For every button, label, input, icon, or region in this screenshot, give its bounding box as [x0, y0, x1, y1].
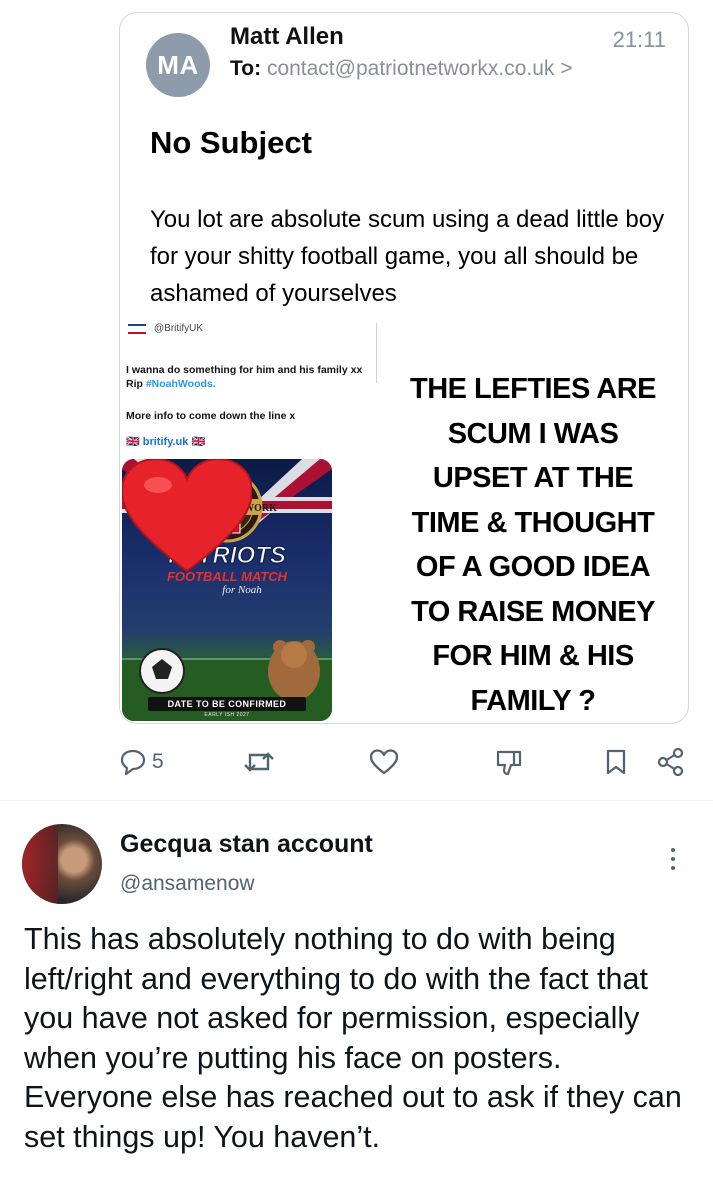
tweet-line-2: More info to come down the line x — [126, 410, 296, 422]
hashtag: #NoahWoods. — [145, 378, 216, 390]
britify-header: @BritifyUK — [128, 323, 203, 334]
reply-button[interactable]: 5 — [118, 748, 164, 776]
email-subject: No Subject — [150, 125, 312, 160]
retweet-icon — [244, 752, 274, 772]
email-recipient: To: contact@patriotnetworkx.co.uk > — [230, 57, 573, 81]
email-body: You lot are absolute scum using a dead l… — [150, 206, 665, 307]
reply-author-handle[interactable]: @ansamenow — [120, 872, 255, 896]
email-sender: Matt Allen — [230, 23, 344, 50]
like-icon — [369, 749, 399, 775]
avatar[interactable] — [22, 824, 102, 904]
reply-count: 5 — [152, 750, 164, 773]
sender-avatar: MA — [146, 33, 210, 97]
bookmark-button[interactable] — [604, 748, 628, 776]
tweet-line-1: I wanna do something for him and his fam… — [126, 363, 371, 391]
to-address: contact@patriotnetworkx.co.uk — [266, 57, 555, 80]
poster-script: for Noah — [222, 584, 262, 596]
share-button[interactable] — [656, 748, 686, 776]
like-button[interactable] — [368, 748, 400, 776]
poster-date-badge: DATE TO BE CONFIRMED — [148, 697, 306, 711]
to-label: To: — [230, 57, 262, 80]
chevron-right-icon: > — [560, 57, 573, 80]
tweet-site: 🇬🇧 britify.uk 🇬🇧 — [126, 436, 206, 448]
heart-icon — [122, 459, 252, 573]
event-poster: PATRIOT NETWORK PATRIOTS FOOTBALL MATCH … — [122, 459, 332, 721]
poster-date-sub: EARLY ISH 2027 — [204, 712, 250, 718]
quoted-post-card[interactable]: MA Matt Allen 21:11 To: contact@patriotn… — [119, 12, 689, 724]
post-actions: 5 — [118, 744, 694, 780]
avatar-shade — [22, 824, 58, 904]
reply-icon — [120, 749, 146, 776]
share-icon — [657, 748, 684, 776]
dislike-icon — [496, 750, 522, 776]
caption-text: THE LEFTIES ARE SCUM I WAS UPSET AT THE … — [410, 373, 657, 717]
embedded-image: @BritifyUK I wanna do something for him … — [120, 315, 688, 723]
retweet-button[interactable] — [242, 748, 276, 776]
more-options-icon[interactable] — [668, 848, 678, 876]
divider — [376, 323, 377, 383]
email-time: 21:11 — [612, 27, 666, 52]
britify-handle: @BritifyUK — [154, 323, 204, 334]
email-screenshot: MA Matt Allen 21:11 To: contact@patriotn… — [120, 13, 688, 313]
dislike-button[interactable] — [494, 748, 524, 778]
divider — [0, 800, 713, 801]
britify-tweet: @BritifyUK I wanna do something for him … — [120, 315, 378, 723]
reply-author-name[interactable]: Gecqua stan account — [120, 830, 373, 859]
bookmark-icon — [606, 749, 626, 775]
reply-text: This has absolutely nothing to do with b… — [24, 922, 682, 1154]
britify-logo — [128, 323, 146, 334]
